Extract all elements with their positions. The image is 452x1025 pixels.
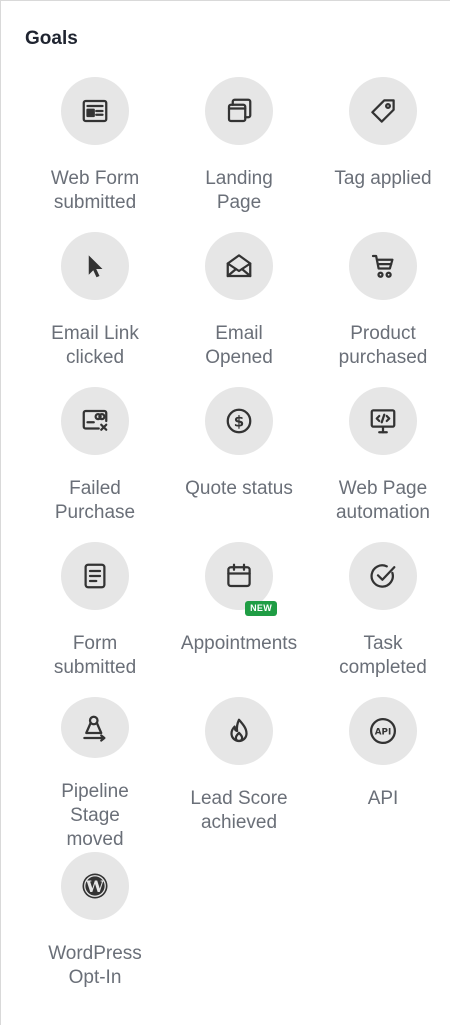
goal-label: Product purchased	[338, 323, 428, 368]
goal-label: Quote status	[185, 478, 293, 499]
goal-api[interactable]: API API	[311, 697, 452, 852]
panel-title: Goals	[25, 28, 78, 49]
calendar-icon: NEW	[205, 542, 277, 616]
api-icon: API	[349, 697, 417, 765]
goal-appointments[interactable]: NEW Appointments	[167, 542, 311, 697]
landing-page-icon	[205, 77, 273, 145]
cart-icon	[349, 232, 417, 300]
goal-label: Email Link clicked	[51, 323, 139, 368]
goal-label: Web Page automation	[335, 478, 430, 523]
goal-label: Failed Purchase	[54, 478, 136, 523]
api-icon-text: API	[375, 727, 391, 737]
goal-tag-applied[interactable]: Tag applied	[311, 77, 452, 232]
goal-label: Appointments	[180, 633, 298, 654]
code-monitor-icon	[349, 387, 417, 455]
goal-failed-purchase[interactable]: Failed Purchase	[23, 387, 167, 542]
goals-panel: Goals Web Form submitted Landing Page Tag …	[0, 0, 450, 1025]
goal-lead-score-achieved[interactable]: Lead Score achieved	[167, 697, 311, 852]
svg-text:$: $	[234, 413, 244, 431]
goal-label: Landing Page	[205, 168, 273, 213]
check-circle-icon	[349, 542, 417, 610]
goal-task-completed[interactable]: Task completed	[311, 542, 452, 697]
form-icon	[61, 542, 129, 610]
goal-label: Pipeline Stage moved	[61, 781, 129, 850]
goal-wordpress-opt-in[interactable]: W WordPress Opt-In	[23, 852, 167, 1007]
goal-label: WordPress Opt-In	[48, 943, 142, 988]
goal-email-link-clicked[interactable]: Email Link clicked	[23, 232, 167, 387]
goal-web-page-automation[interactable]: Web Page automation	[311, 387, 452, 542]
goal-email-opened[interactable]: Email Opened	[167, 232, 311, 387]
goal-label: Task completed	[339, 633, 427, 678]
goal-label: API	[367, 788, 399, 809]
goal-landing-page[interactable]: Landing Page	[167, 77, 311, 232]
goals-grid: Web Form submitted Landing Page Tag applie…	[23, 77, 452, 1007]
tag-icon	[349, 77, 417, 145]
web-form-icon	[61, 77, 129, 145]
wordpress-icon: W	[61, 852, 129, 920]
wordpress-icon-text: W	[85, 877, 105, 896]
goal-label: Web Form submitted	[50, 168, 140, 213]
dollar-icon: $	[205, 387, 273, 455]
goal-product-purchased[interactable]: Product purchased	[311, 232, 452, 387]
cursor-icon	[61, 232, 129, 300]
flame-icon	[205, 697, 273, 765]
pipeline-icon	[61, 697, 129, 758]
goal-form-submitted[interactable]: Form submitted	[23, 542, 167, 697]
goal-label: Lead Score achieved	[190, 788, 288, 833]
goal-quote-status[interactable]: $ Quote status	[167, 387, 311, 542]
envelope-open-icon	[205, 232, 273, 300]
goal-label: Form submitted	[53, 633, 137, 678]
goal-label: Tag applied	[334, 168, 432, 189]
goal-pipeline-stage-moved[interactable]: Pipeline Stage moved	[23, 697, 167, 852]
new-badge: NEW	[245, 601, 277, 616]
card-x-icon	[61, 387, 129, 455]
goal-web-form-submitted[interactable]: Web Form submitted	[23, 77, 167, 232]
goal-label: Email Opened	[205, 323, 273, 368]
